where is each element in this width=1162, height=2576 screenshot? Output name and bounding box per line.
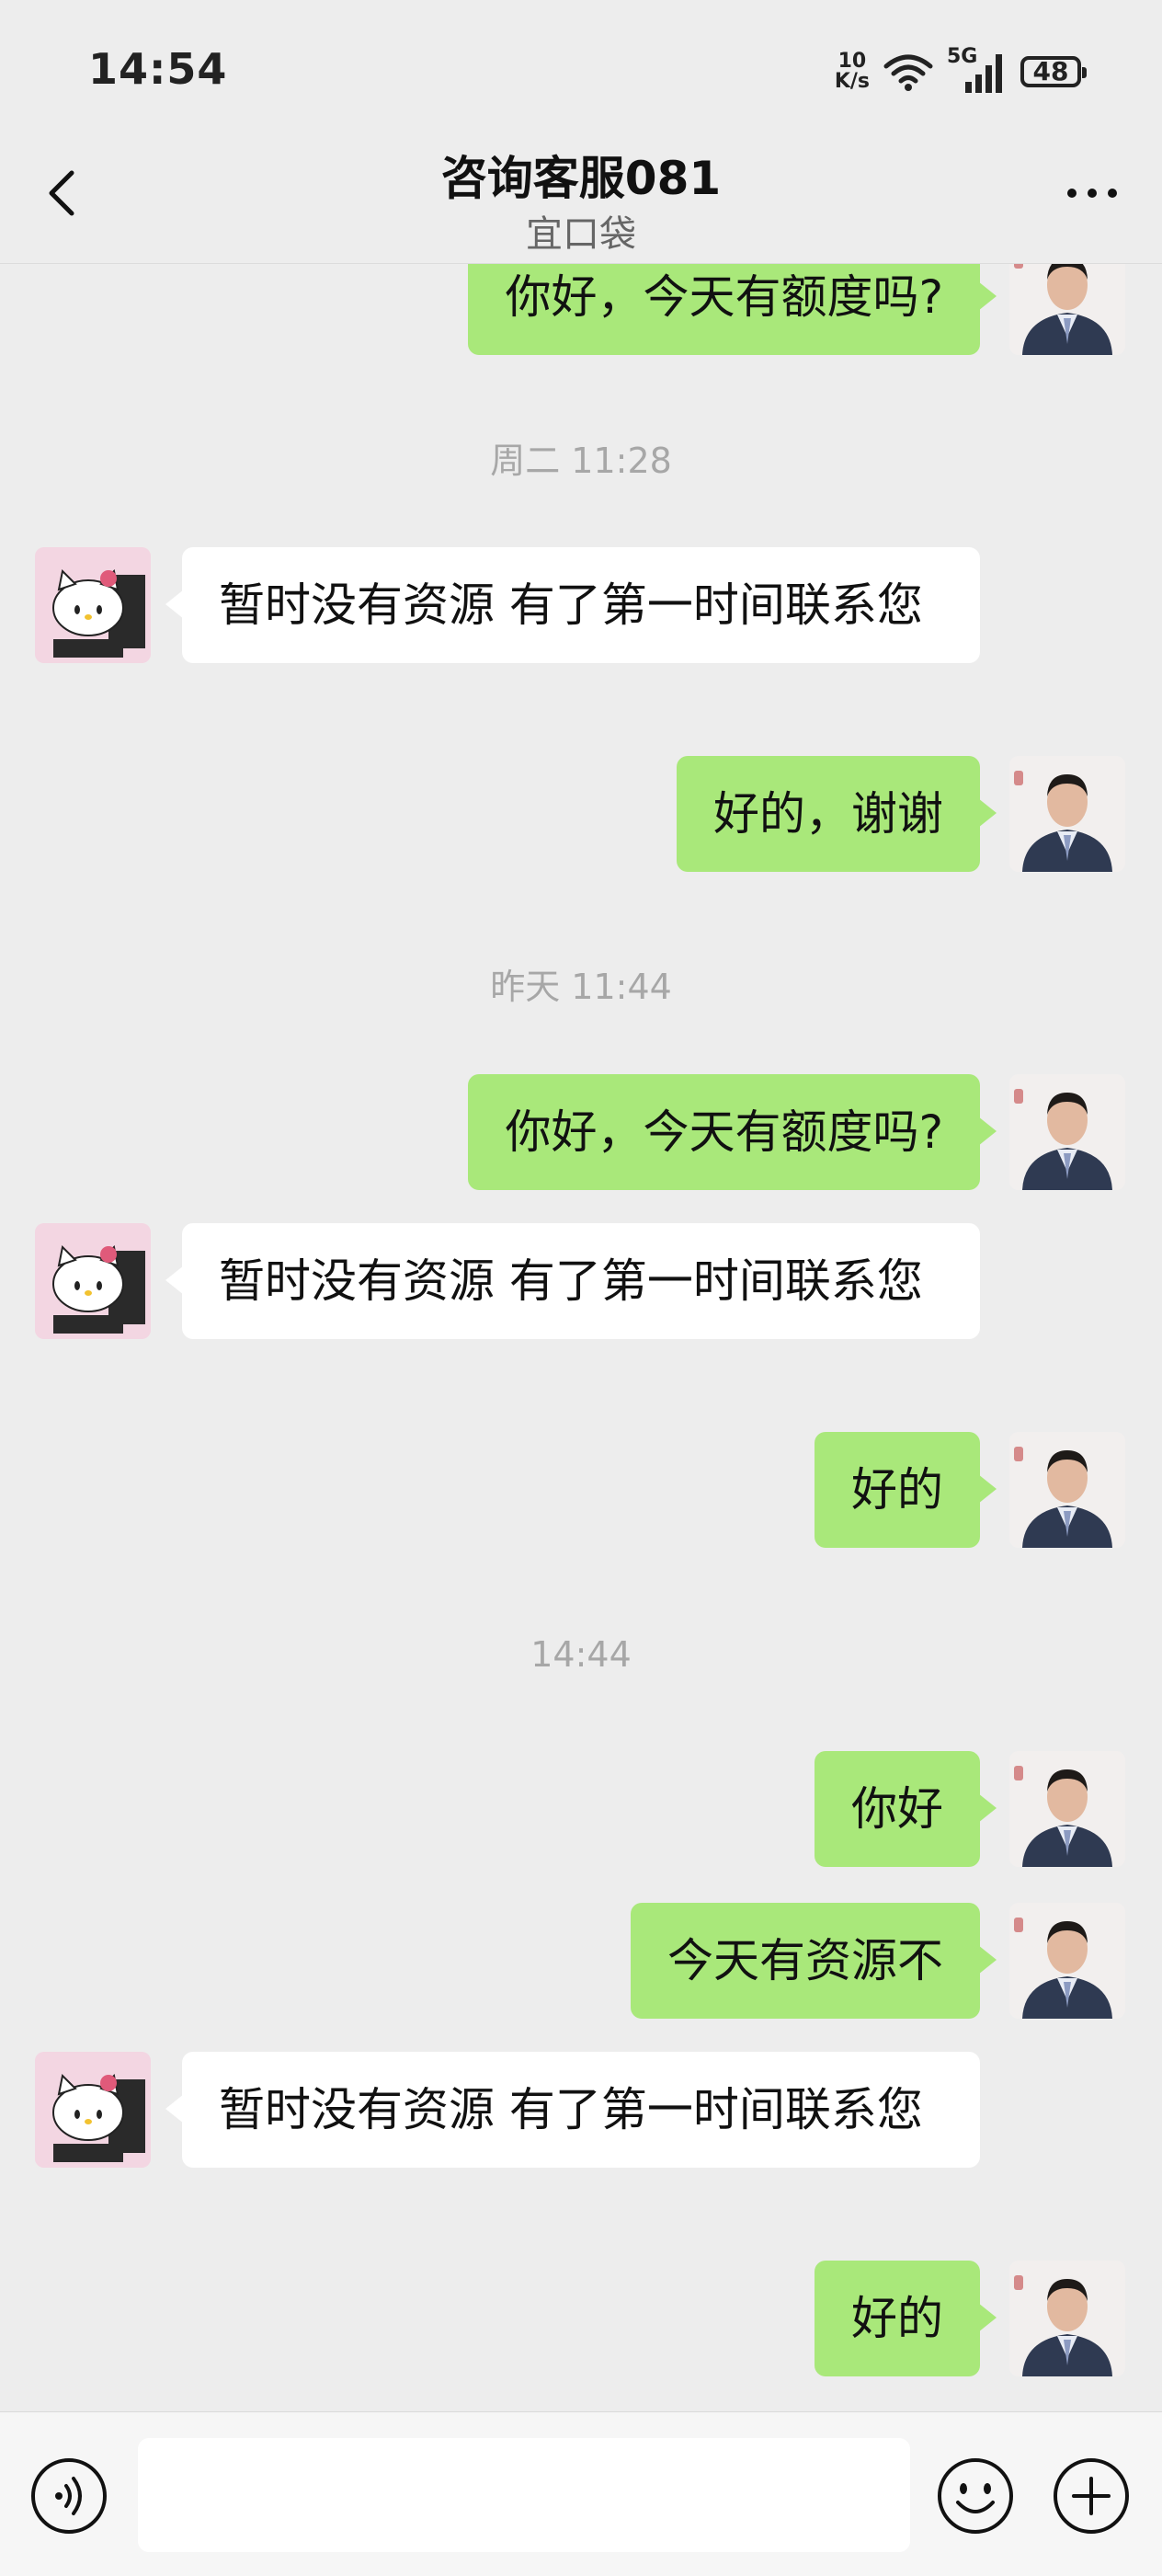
message-row-sent: 今天有资源不 [0,1903,1162,2019]
man-portrait-icon [1009,1751,1125,1867]
my-avatar[interactable] [1009,1432,1125,1548]
add-more-icon[interactable] [1052,2456,1131,2536]
message-input[interactable] [138,2438,910,2552]
chat-title: 咨询客服081 [440,152,722,205]
message-bubble-sent[interactable]: 今天有资源不 [631,1903,997,2019]
voice-input-icon[interactable] [29,2456,108,2536]
man-portrait-icon [1009,1074,1125,1190]
message-row-sent: 好的，谢谢 [0,756,1162,872]
status-icons: 10 K/s 5G 48 [835,44,1087,99]
man-portrait-icon [1009,1903,1125,2019]
my-avatar[interactable] [1009,1074,1125,1190]
message-row-sent: 你好，今天有额度吗? [0,1074,1162,1190]
my-avatar[interactable] [1009,756,1125,872]
message-bubble-sent[interactable]: 好的，谢谢 [677,756,997,872]
message-row-received: 暂时没有资源 有了第一时间联系您 [0,547,1162,722]
cellular-signal: 5G [947,45,1008,95]
man-portrait-icon [1009,1432,1125,1548]
chat-header: 咨询客服081 宜口袋 [0,138,1162,264]
contact-avatar[interactable] [35,547,151,663]
message-bubble-received[interactable]: 暂时没有资源 有了第一时间联系您 [165,547,980,663]
battery-icon: 48 [1020,56,1087,87]
my-avatar[interactable] [1009,2261,1125,2376]
signal-bars-icon [965,54,1002,93]
timestamp-divider: 周二 11:28 [490,441,672,481]
network-speed-unit: K/s [834,70,870,93]
contact-avatar[interactable] [35,2052,151,2168]
my-avatar[interactable] [1009,264,1125,355]
hello-kitty-avatar-icon [35,2052,151,2168]
hello-kitty-avatar-icon [35,547,151,663]
message-row-received: 暂时没有资源 有了第一时间联系您 [0,2052,1162,2227]
message-list[interactable]: 你好，今天有额度吗? 周二 11:28 暂时没有资源 有了第一时间联系您 好的，… [0,264,1162,2411]
message-bubble-received[interactable]: 暂时没有资源 有了第一时间联系您 [165,1223,980,1339]
my-avatar[interactable] [1009,1903,1125,2019]
timestamp-divider: 昨天 11:44 [490,967,672,1007]
chat-subtitle: 宜口袋 [526,213,636,256]
message-bubble-sent[interactable]: 好的 [815,1432,997,1548]
message-row-sent: 你好，今天有额度吗? [0,264,1162,355]
emoji-icon[interactable] [936,2456,1015,2536]
message-row-sent: 你好 [0,1751,1162,1867]
message-row-received: 暂时没有资源 有了第一时间联系您 [0,1223,1162,1398]
message-row-sent: 好的 [0,2261,1162,2376]
message-bubble-sent[interactable]: 你好，今天有额度吗? [468,1074,997,1190]
man-portrait-icon [1009,756,1125,872]
man-portrait-icon [1009,2261,1125,2376]
wifi-icon [883,54,933,91]
timestamp-divider: 14:44 [530,1634,632,1675]
hello-kitty-avatar-icon [35,1223,151,1339]
network-speed: 10 K/s [835,52,870,92]
contact-avatar[interactable] [35,1223,151,1339]
message-bubble-sent[interactable]: 你好 [815,1751,997,1867]
network-speed-value: 10 [837,50,867,73]
message-row-sent: 好的 [0,1432,1162,1548]
message-bubble-sent[interactable]: 好的 [815,2261,997,2376]
input-bar [0,2411,1162,2576]
my-avatar[interactable] [1009,1751,1125,1867]
more-options-icon[interactable] [1055,166,1129,221]
man-portrait-icon [1009,264,1125,355]
message-bubble-sent[interactable]: 你好，今天有额度吗? [468,264,997,355]
status-bar: 14:54 10 K/s 5G 48 [0,0,1162,138]
message-bubble-received[interactable]: 暂时没有资源 有了第一时间联系您 [165,2052,980,2168]
status-time: 14:54 [88,44,228,94]
